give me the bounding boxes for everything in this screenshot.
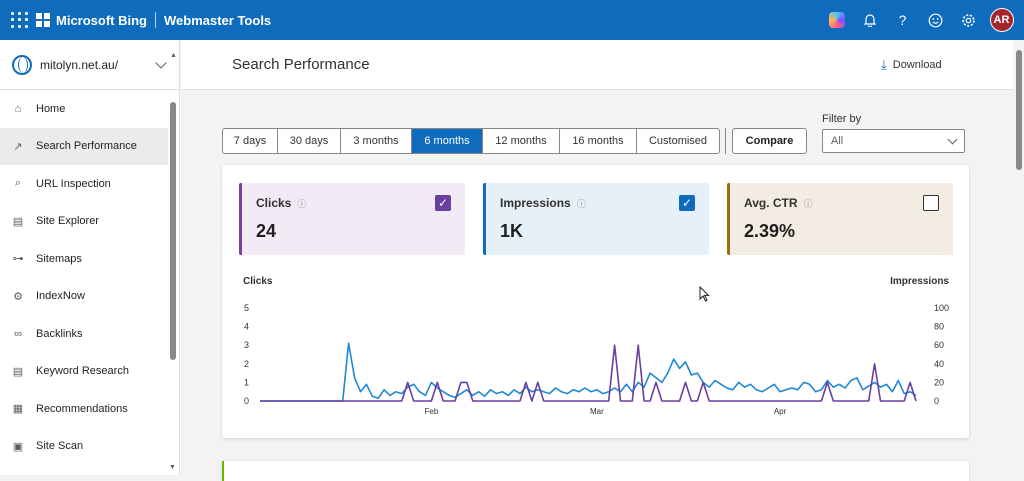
sidebar-item-label: Site Scan <box>36 440 84 453</box>
trend-icon: ↗ <box>13 140 23 153</box>
bell-icon[interactable] <box>853 0 886 40</box>
avatar-initials: AR <box>989 8 1014 32</box>
checklist-icon: ▦ <box>12 403 24 416</box>
filter-dropdown[interactable]: All <box>822 129 965 153</box>
filter-value: All <box>831 135 844 147</box>
x-tick-label: Mar <box>590 407 604 416</box>
help-icon[interactable]: ? <box>886 0 919 40</box>
x-tick-label: Feb <box>424 407 438 416</box>
sidebar-nav: ⌂ Home ↗ Search Performance ⌕ URL Inspection ▤… <box>0 90 179 465</box>
scroll-up-arrow-icon[interactable]: ▲ <box>170 52 177 59</box>
app-launcher-icon[interactable] <box>8 9 30 31</box>
x-tick-label: Apr <box>774 407 787 416</box>
page-title: Search Performance <box>232 56 370 73</box>
download-icon: ⤓ <box>881 57 887 72</box>
left-tick-label: 0 <box>244 396 249 406</box>
sidebar-item-backlinks[interactable]: ∞ Backlinks <box>0 315 168 353</box>
filter-label: Filter by <box>822 113 862 125</box>
brand-logo[interactable]: Microsoft Bing Webmaster Tools <box>36 12 271 28</box>
right-tick-label: 0 <box>934 396 939 406</box>
right-tick-label: 80 <box>934 322 944 332</box>
scan-icon: ▣ <box>12 440 24 453</box>
smiley-icon[interactable] <box>919 0 952 40</box>
sidebar-item-label: URL Inspection <box>36 177 111 190</box>
sidebar-item-recommendations[interactable]: ▦ Recommendations <box>0 390 168 428</box>
main-scrollbar-thumb[interactable] <box>1016 50 1022 170</box>
sidebar-item-search-performance[interactable]: ↗ Search Performance <box>0 127 168 165</box>
link-icon: ∞ <box>14 327 22 340</box>
sidebar-item-label: Search Performance <box>36 140 137 153</box>
series-line-impressions <box>260 342 917 402</box>
home-icon: ⌂ <box>14 102 22 115</box>
user-avatar[interactable]: AR <box>985 0 1018 40</box>
sidebar: mitolyn.net.au/ ⌂ Home ↗ Search Performance… <box>0 40 180 475</box>
microsoft-logo-icon <box>36 13 50 27</box>
brand-name: Microsoft Bing <box>56 12 147 28</box>
divider <box>725 128 726 154</box>
scroll-down-arrow-icon[interactable]: ▼ <box>169 464 176 471</box>
sidebar-item-label: Sitemaps <box>36 252 82 265</box>
right-tick-label: 40 <box>934 359 944 369</box>
sidebar-item-label: Recommendations <box>36 402 128 415</box>
sidebar-item-label: Backlinks <box>36 327 83 340</box>
right-tick-label: 20 <box>934 377 944 387</box>
left-tick-label: 4 <box>244 322 249 332</box>
sidebar-item-label: Site Explorer <box>36 215 99 228</box>
next-card <box>222 461 969 481</box>
sidebar-item-label: Home <box>36 102 66 115</box>
series-line-clicks <box>260 344 917 402</box>
range-button-7-days[interactable]: 7 days <box>223 129 278 153</box>
gear-icon[interactable] <box>952 0 985 40</box>
performance-card: Clicks ⓘ 24 ✓ Impressions ⓘ 1K ✓ Avg. CTR ⓘ… <box>222 165 969 438</box>
sidebar-item-site-scan[interactable]: ▣ Site Scan <box>0 428 168 466</box>
range-button-customised[interactable]: Customised <box>637 129 719 153</box>
range-button-3-months[interactable]: 3 months <box>341 129 412 153</box>
sidebar-item-sitemaps[interactable]: ⊶ Sitemaps <box>0 240 168 278</box>
range-button-30-days[interactable]: 30 days <box>278 129 341 153</box>
right-axis-title: Impressions <box>890 276 949 287</box>
left-tick-label: 3 <box>244 340 249 350</box>
download-label: Download <box>892 59 942 71</box>
performance-chart: Clicks Impressions 0 1 2 3 4 5 0 20 40 60 80 100 Feb Ma… <box>243 276 949 416</box>
left-tick-label: 1 <box>244 377 249 387</box>
search-icon: ⌕ <box>14 177 22 190</box>
sidebar-item-home[interactable]: ⌂ Home <box>0 90 168 128</box>
list-icon: ▤ <box>12 365 24 378</box>
gear-icon: ⚙ <box>13 290 23 303</box>
range-button-12-months[interactable]: 12 months <box>483 129 560 153</box>
left-tick-label: 5 <box>244 303 249 313</box>
sitemap-icon: ⊶ <box>12 253 24 266</box>
sidebar-item-site-explorer[interactable]: ▤ Site Explorer <box>0 203 168 241</box>
date-range-selector: 7 days 30 days 3 months 6 months 12 months 16… <box>222 128 720 154</box>
sidebar-item-label: Keyword Research <box>36 365 129 378</box>
page-header: Search Performance ⤓ Download <box>181 40 1013 90</box>
sidebar-item-label: IndexNow <box>36 290 85 303</box>
range-button-16-months[interactable]: 16 months <box>560 129 637 153</box>
sidebar-scrollbar[interactable] <box>170 102 176 360</box>
sidebar-item-indexnow[interactable]: ⚙ IndexNow <box>0 278 168 316</box>
chevron-down-icon <box>947 134 958 145</box>
sidebar-item-url-inspection[interactable]: ⌕ URL Inspection <box>0 165 168 203</box>
product-name: Webmaster Tools <box>164 12 272 28</box>
compare-button[interactable]: Compare <box>732 128 807 154</box>
top-bar: Microsoft Bing Webmaster Tools ? AR <box>0 0 1024 40</box>
left-tick-label: 2 <box>244 359 249 369</box>
range-button-6-months[interactable]: 6 months <box>412 129 483 153</box>
mouse-cursor-icon <box>699 285 710 305</box>
site-selector[interactable]: mitolyn.net.au/ <box>0 40 179 90</box>
copilot-icon[interactable] <box>820 0 853 40</box>
right-tick-label: 60 <box>934 340 944 350</box>
site-name: mitolyn.net.au/ <box>40 57 119 72</box>
sidebar-item-keyword-research[interactable]: ▤ Keyword Research <box>0 353 168 391</box>
left-axis-title: Clicks <box>243 276 273 287</box>
document-icon: ▤ <box>12 215 24 228</box>
globe-icon <box>12 54 32 75</box>
download-button[interactable]: ⤓ Download <box>881 57 942 73</box>
right-tick-label: 100 <box>934 303 949 313</box>
